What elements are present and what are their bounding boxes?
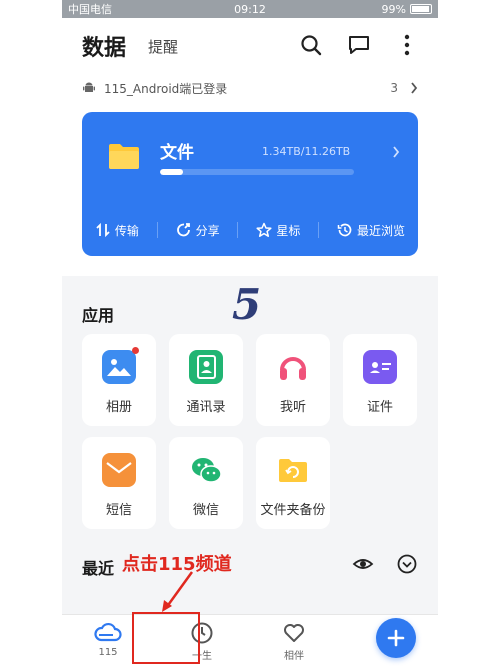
app-album[interactable]: 相册: [82, 334, 156, 426]
transfer-label: 传输: [114, 223, 139, 238]
files-card[interactable]: 文件 1.34TB/11.26TB 传输 分享 星标 最近浏览: [82, 112, 418, 256]
wechat-icon: [189, 453, 223, 487]
message-icon[interactable]: [346, 32, 372, 58]
chevron-right-icon: [411, 82, 418, 94]
watermark-number: 5: [232, 280, 262, 329]
id-card-icon: [363, 350, 397, 384]
tab-label: 115: [98, 647, 118, 658]
share-icon: [176, 223, 190, 237]
plus-icon: [387, 629, 405, 647]
cloud-icon: [94, 622, 122, 642]
annotation-highlight-box: [132, 612, 200, 664]
device-login-row[interactable]: 115_Android端已登录 3: [82, 78, 418, 98]
device-count: 3: [390, 81, 398, 95]
annotation-arrow: [162, 571, 194, 612]
page-title[interactable]: 数据: [82, 30, 126, 62]
tab-companion[interactable]: 相伴: [264, 621, 324, 662]
headphones-icon: [276, 350, 310, 384]
recent-browse-label: 最近浏览: [357, 223, 406, 238]
add-button[interactable]: [376, 618, 416, 658]
collapse-icon[interactable]: [396, 553, 418, 575]
recent-browse-button[interactable]: 最近浏览: [337, 222, 405, 239]
storage-progress-bar: [160, 169, 354, 175]
star-button[interactable]: 星标: [256, 222, 300, 239]
storage-usage: 1.34TB/11.26TB: [262, 145, 351, 158]
header: 数据 提醒: [62, 28, 438, 64]
app-label: 文件夹备份: [260, 503, 326, 518]
battery-icon: [410, 4, 432, 14]
divider: [156, 222, 158, 238]
folder-backup-icon: [276, 453, 310, 487]
app-label: 微信: [192, 503, 219, 518]
app-contacts[interactable]: 通讯录: [169, 334, 243, 426]
history-icon: [337, 223, 352, 237]
chevron-right-icon: [393, 146, 400, 158]
app-wechat[interactable]: 微信: [169, 437, 243, 529]
sms-icon: [102, 453, 136, 487]
app-label: 证件: [366, 400, 393, 415]
app-label: 短信: [105, 503, 132, 518]
search-icon[interactable]: [298, 32, 324, 58]
apps-section-title: 应用: [82, 306, 115, 325]
album-icon: [102, 347, 139, 384]
contacts-icon: [189, 350, 223, 384]
app-label: 我听: [279, 400, 306, 415]
star-icon: [256, 222, 272, 237]
status-bar: 中国电信 09:12 99%: [62, 0, 438, 18]
app-listen[interactable]: 我听: [256, 334, 330, 426]
heart-icon: [284, 624, 304, 642]
divider: [237, 222, 239, 238]
app-documents[interactable]: 证件: [343, 334, 417, 426]
eye-icon[interactable]: [352, 553, 374, 575]
phone-screen: 中国电信 09:12 99% 数据 提醒 115_Android端已登录 3 文…: [62, 0, 438, 666]
top-section: 数据 提醒 115_Android端已登录 3 文件 1.34TB/11.26T…: [62, 18, 438, 276]
transfer-button[interactable]: 传输: [95, 222, 139, 239]
share-label: 分享: [195, 223, 220, 238]
transfer-icon: [96, 222, 110, 238]
app-folder-backup[interactable]: 文件夹备份: [256, 437, 330, 529]
divider: [318, 222, 320, 238]
more-icon[interactable]: [394, 32, 420, 58]
storage-progress-fill: [160, 169, 184, 175]
tab-115[interactable]: 115: [78, 621, 138, 658]
app-label: 通讯录: [186, 400, 226, 415]
app-sms[interactable]: 短信: [82, 437, 156, 529]
folder-icon: [109, 144, 139, 169]
files-card-title: 文件: [160, 143, 194, 163]
star-label: 星标: [276, 223, 301, 238]
notification-dot: [132, 347, 139, 354]
app-label: 相册: [105, 400, 132, 415]
recent-controls: [352, 553, 418, 575]
android-icon: [83, 82, 95, 92]
tab-reminders[interactable]: 提醒: [148, 36, 178, 57]
card-actions: 传输 分享 星标 最近浏览: [82, 204, 418, 256]
recent-section-title: 最近: [82, 559, 115, 578]
device-login-label: 115_Android端已登录: [104, 81, 228, 96]
clock: 09:12: [234, 2, 266, 16]
share-button[interactable]: 分享: [176, 222, 220, 239]
tab-label: 相伴: [284, 651, 304, 662]
